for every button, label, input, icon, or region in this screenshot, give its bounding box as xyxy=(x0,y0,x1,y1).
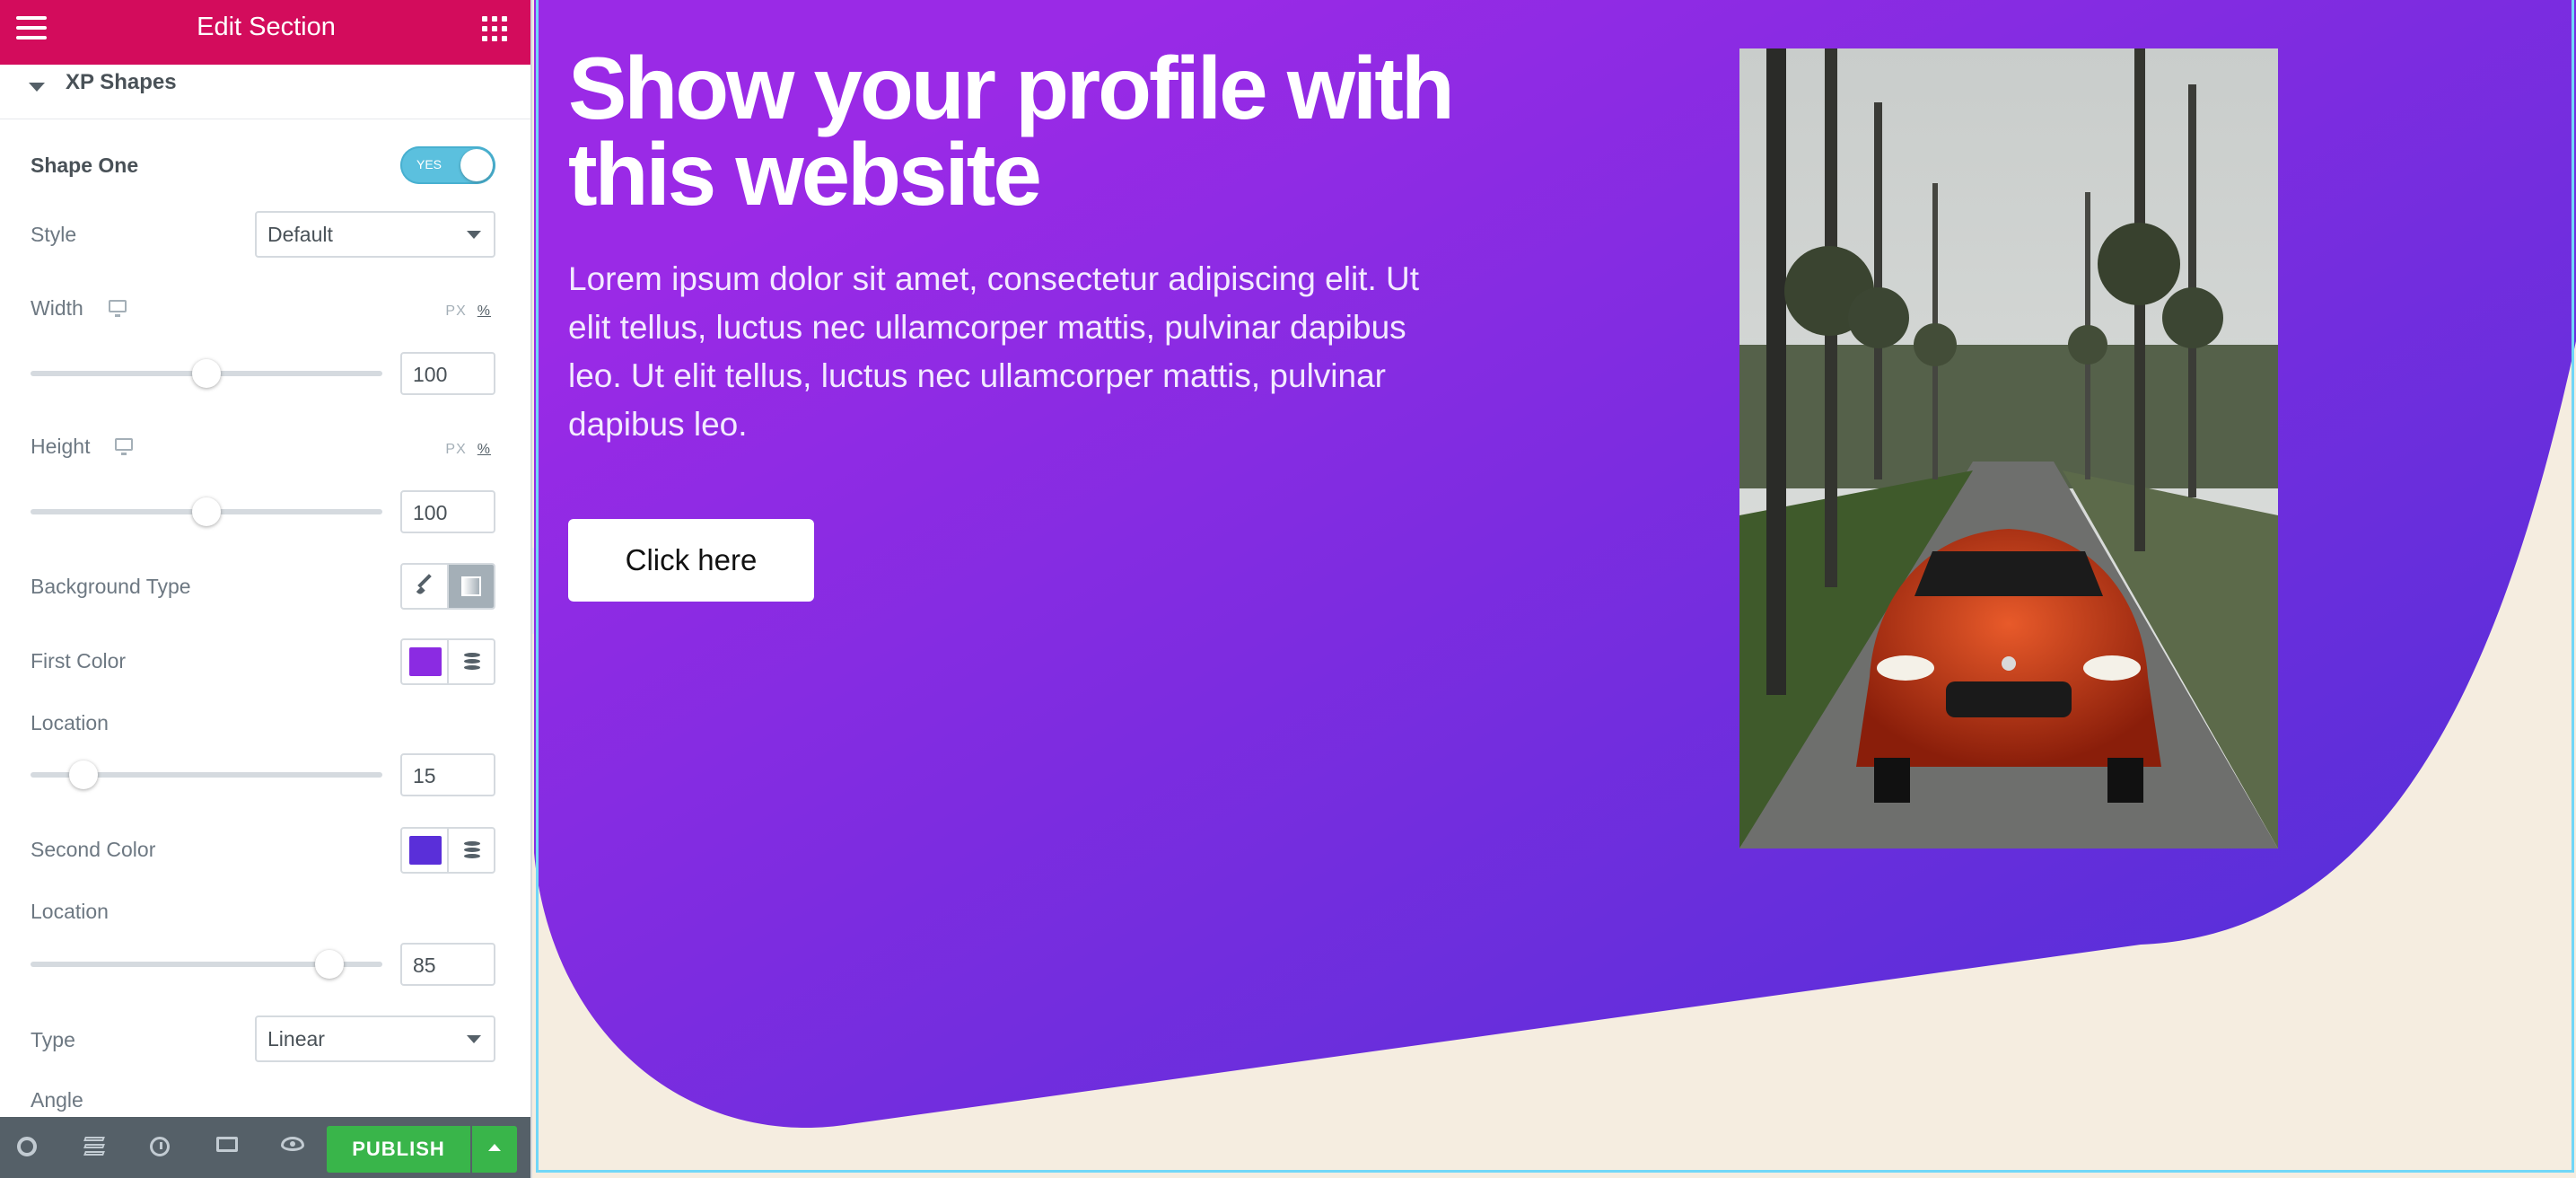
global-colors-button[interactable] xyxy=(447,640,494,683)
shape-one-label: Shape One xyxy=(31,154,139,177)
first-color-picker[interactable] xyxy=(402,640,447,683)
desktop-device-icon[interactable] xyxy=(109,300,127,317)
gradient-background-option[interactable] xyxy=(447,565,494,608)
global-colors-button[interactable] xyxy=(447,829,494,872)
second-color-label: Second Color xyxy=(31,838,156,861)
width-input[interactable]: 100 xyxy=(400,352,495,395)
panel-header: Edit Section xyxy=(0,0,530,65)
database-icon xyxy=(464,653,480,673)
history-icon[interactable] xyxy=(150,1137,170,1156)
hero-cta-button[interactable]: Click here xyxy=(568,519,814,602)
toggle-knob xyxy=(460,149,493,181)
panel-title: Edit Section xyxy=(197,13,336,41)
unit-px[interactable]: PX xyxy=(445,303,466,319)
location-1-label: Location xyxy=(31,711,109,734)
width-label: Width xyxy=(31,296,83,320)
toggle-text: YES xyxy=(416,157,442,171)
first-color-control xyxy=(400,638,495,685)
widgets-grid-icon[interactable] xyxy=(482,16,507,41)
type-select-value: Linear xyxy=(267,1027,325,1051)
location-2-slider[interactable] xyxy=(31,950,382,979)
type-label: Type xyxy=(31,1028,75,1051)
height-units: PX% xyxy=(445,442,491,458)
color-swatch xyxy=(409,836,442,865)
location-1-slider-handle[interactable] xyxy=(68,760,98,789)
style-select[interactable]: Default xyxy=(255,211,495,258)
height-slider-handle[interactable] xyxy=(192,497,221,526)
unit-percent[interactable]: % xyxy=(478,303,491,319)
car-photo-icon xyxy=(1739,48,2278,848)
height-label: Height xyxy=(31,435,91,458)
second-color-picker[interactable] xyxy=(402,829,447,872)
color-swatch xyxy=(409,647,442,676)
background-type-label: Background Type xyxy=(31,575,191,598)
hero-car-image[interactable] xyxy=(1739,48,2278,848)
gradient-icon xyxy=(461,576,481,596)
preview-eye-icon[interactable] xyxy=(281,1137,304,1151)
hero-heading[interactable]: Show your profile with this website xyxy=(568,44,1555,218)
publish-options-button[interactable] xyxy=(472,1126,517,1173)
location-1-input[interactable]: 15 xyxy=(400,753,495,796)
background-type-choices xyxy=(400,563,495,610)
width-units: PX% xyxy=(445,303,491,320)
shape-one-toggle[interactable]: YES xyxy=(400,146,495,184)
angle-label: Angle xyxy=(31,1088,83,1112)
height-input[interactable]: 100 xyxy=(400,490,495,533)
panel-footer: PUBLISH xyxy=(0,1117,530,1178)
publish-button[interactable]: PUBLISH xyxy=(327,1126,470,1173)
classic-background-option[interactable] xyxy=(402,565,447,608)
database-icon xyxy=(464,841,480,861)
type-select[interactable]: Linear xyxy=(255,1015,495,1062)
location-2-slider-handle[interactable] xyxy=(315,950,345,979)
navigator-layers-icon[interactable] xyxy=(83,1137,106,1158)
unit-percent[interactable]: % xyxy=(478,442,491,457)
desktop-device-icon[interactable] xyxy=(115,438,133,455)
height-slider[interactable] xyxy=(31,497,382,526)
location-1-slider[interactable] xyxy=(31,760,382,789)
second-color-control xyxy=(400,827,495,874)
hero-paragraph[interactable]: Lorem ipsum dolor sit amet, consectetur … xyxy=(568,255,1466,449)
style-label: Style xyxy=(31,223,77,246)
location-2-label: Location xyxy=(31,900,109,923)
width-slider[interactable] xyxy=(31,359,382,388)
first-color-label: First Color xyxy=(31,649,127,673)
unit-px[interactable]: PX xyxy=(445,442,466,457)
page-canvas: Show your profile with this website Lore… xyxy=(534,0,2576,1178)
chevron-down-icon xyxy=(467,1035,481,1043)
location-2-input[interactable]: 85 xyxy=(400,943,495,986)
chevron-down-icon xyxy=(467,231,481,239)
settings-gear-icon[interactable] xyxy=(17,1137,37,1156)
editor-panel: Edit Section XP Shapes Shape One YES Sty… xyxy=(0,0,532,1178)
responsive-mode-icon[interactable] xyxy=(216,1137,238,1152)
brush-icon xyxy=(417,574,432,588)
style-select-value: Default xyxy=(267,223,333,246)
width-slider-handle[interactable] xyxy=(192,359,221,388)
section-toggle-xp-shapes[interactable]: XP Shapes xyxy=(0,65,530,119)
caret-down-icon xyxy=(29,83,45,92)
section-label: XP Shapes xyxy=(66,70,177,94)
